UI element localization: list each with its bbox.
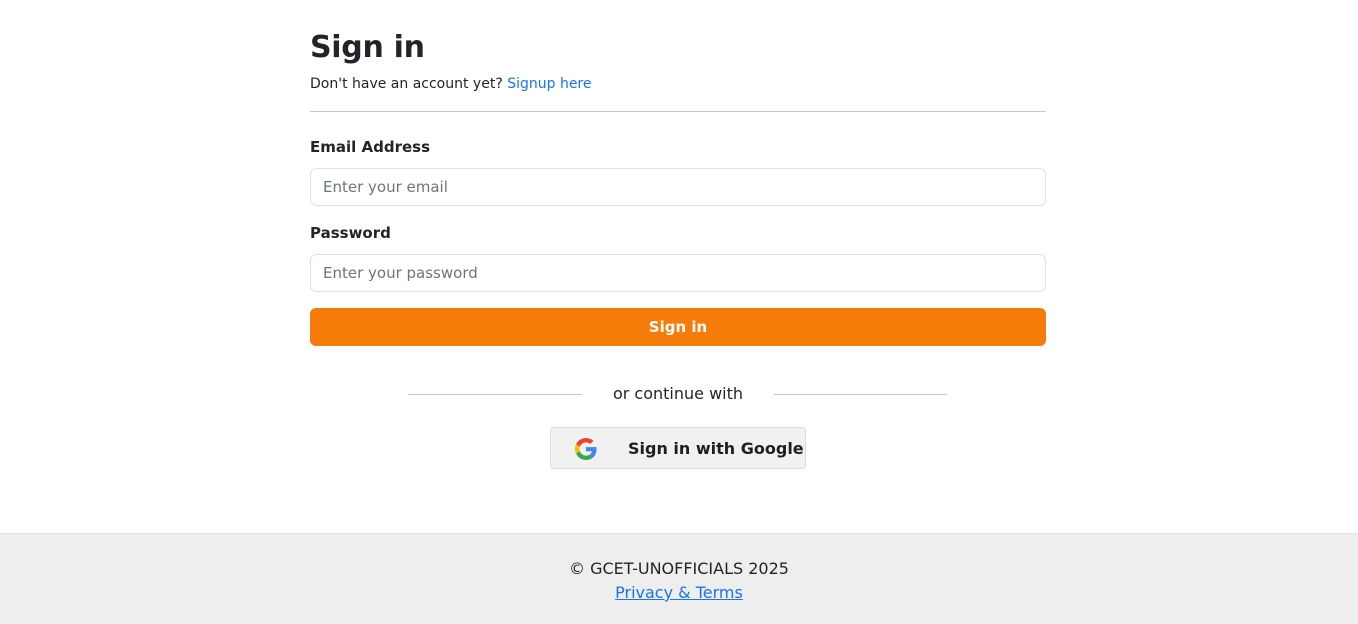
email-label: Email Address [310, 138, 431, 156]
privacy-terms-link[interactable]: Privacy & Terms [615, 583, 743, 602]
copyright-text: © GCET-UNOFFICIALS 2025 [569, 559, 789, 578]
signup-link[interactable]: Signup here [507, 76, 591, 92]
footer: © GCET-UNOFFICIALS 2025 Privacy & Terms [0, 533, 1358, 624]
email-field[interactable] [310, 168, 1046, 206]
footer-link-container: Privacy & Terms [0, 582, 1358, 604]
divider-line-right [774, 394, 947, 395]
password-field[interactable] [310, 254, 1046, 292]
google-button-label: Sign in with Google [628, 439, 804, 458]
divider-line-left [408, 394, 582, 395]
sign-in-button[interactable]: Sign in [310, 308, 1046, 346]
header-divider [310, 111, 1046, 112]
signup-prompt: Don't have an account yet? Signup here [310, 74, 592, 94]
google-sign-in-button[interactable]: Sign in with Google [550, 427, 806, 469]
signup-prompt-text: Don't have an account yet? [310, 76, 508, 92]
google-icon [575, 438, 597, 460]
divider-text: or continue with [612, 384, 744, 403]
sign-in-page: Sign in Don't have an account yet? Signu… [0, 0, 1358, 624]
page-title: Sign in [310, 30, 425, 65]
password-label: Password [310, 224, 391, 242]
